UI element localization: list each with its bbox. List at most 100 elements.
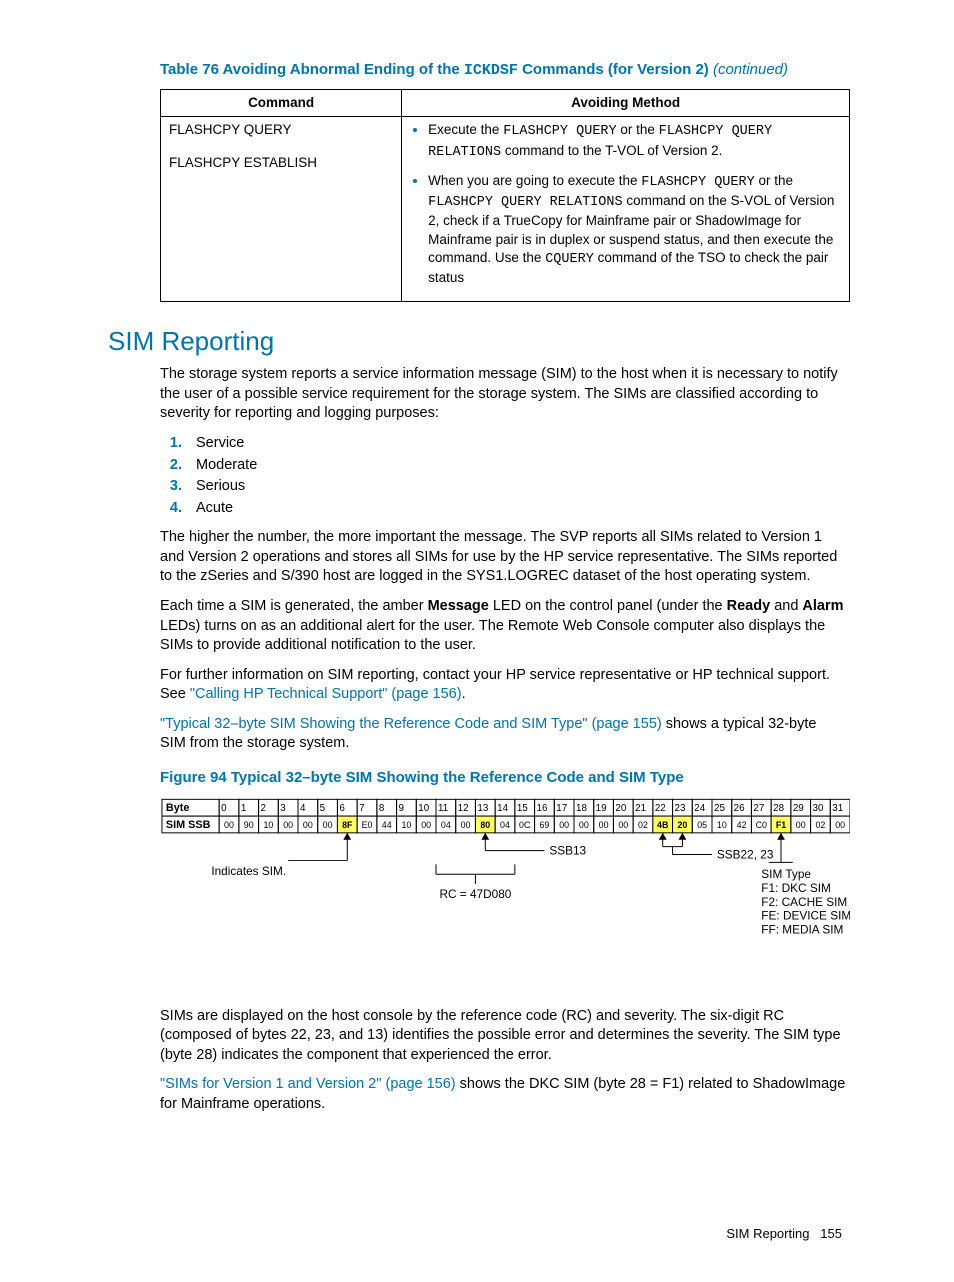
col-command: Command <box>161 90 402 117</box>
bold: Message <box>428 598 489 614</box>
svg-text:29: 29 <box>793 803 804 814</box>
svg-text:8F: 8F <box>342 820 353 830</box>
paragraph-intro: The storage system reports a service inf… <box>160 365 846 424</box>
svg-text:00: 00 <box>796 820 806 830</box>
svg-text:FE: DEVICE SIM: FE: DEVICE SIM <box>761 909 850 923</box>
svg-text:02: 02 <box>638 820 648 830</box>
paragraph-figref: "Typical 32–byte SIM Showing the Referen… <box>160 715 846 754</box>
svg-text:16: 16 <box>537 803 548 814</box>
svg-text:26: 26 <box>734 803 745 814</box>
svg-text:44: 44 <box>382 820 392 830</box>
paragraph-dkc: "SIMs for Version 1 and Version 2" (page… <box>160 1075 846 1114</box>
svg-text:SSB13: SSB13 <box>549 844 586 858</box>
svg-text:17: 17 <box>556 803 567 814</box>
svg-text:00: 00 <box>835 820 845 830</box>
svg-text:05: 05 <box>697 820 707 830</box>
svg-text:80: 80 <box>480 820 490 830</box>
bold: Alarm <box>802 598 843 614</box>
svg-text:3: 3 <box>280 803 286 814</box>
svg-text:00: 00 <box>559 820 569 830</box>
text: Each time a SIM is generated, the amber <box>160 598 428 614</box>
svg-text:30: 30 <box>813 803 824 814</box>
link-tech-support[interactable]: "Calling HP Technical Support" (page 156… <box>190 686 462 702</box>
svg-text:18: 18 <box>576 803 587 814</box>
svg-text:Byte: Byte <box>166 802 189 814</box>
svg-text:9: 9 <box>399 803 405 814</box>
figure-caption: Figure 94 Typical 32–byte SIM Showing th… <box>160 768 846 788</box>
text: command to the T-VOL of Version 2. <box>501 143 722 158</box>
method-bullet-1: Execute the FLASHCPY QUERY or the FLASHC… <box>428 121 841 161</box>
svg-text:15: 15 <box>517 803 528 814</box>
table-row: FLASHCPY QUERY FLASHCPY ESTABLISH Execut… <box>161 117 850 302</box>
text: and <box>770 598 802 614</box>
svg-text:02: 02 <box>815 820 825 830</box>
page-footer: SIM Reporting 155 <box>108 1225 846 1243</box>
code: FLASHCPY QUERY RELATIONS <box>428 195 622 210</box>
svg-text:00: 00 <box>323 820 333 830</box>
code: FLASHCPY QUERY <box>641 175 754 190</box>
svg-text:12: 12 <box>458 803 469 814</box>
svg-text:24: 24 <box>694 803 705 814</box>
list-item: Acute <box>186 499 846 519</box>
svg-text:F1: F1 <box>776 820 786 830</box>
svg-text:5: 5 <box>320 803 326 814</box>
svg-text:4: 4 <box>300 803 306 814</box>
bold: Ready <box>727 598 771 614</box>
svg-text:0: 0 <box>221 803 227 814</box>
svg-text:20: 20 <box>677 820 687 830</box>
svg-text:21: 21 <box>635 803 646 814</box>
svg-text:27: 27 <box>753 803 764 814</box>
svg-text:00: 00 <box>283 820 293 830</box>
table-caption: Table 76 Avoiding Abnormal Ending of the… <box>160 60 846 81</box>
link-sims-table[interactable]: "SIMs for Version 1 and Version 2" (page… <box>160 1076 456 1092</box>
svg-text:04: 04 <box>441 820 451 830</box>
svg-text:2: 2 <box>261 803 266 814</box>
svg-text:00: 00 <box>599 820 609 830</box>
svg-text:00: 00 <box>421 820 431 830</box>
svg-text:4B: 4B <box>657 820 668 830</box>
cmd1: FLASHCPY QUERY <box>169 121 393 139</box>
svg-text:13: 13 <box>477 803 488 814</box>
list-item: Moderate <box>186 456 846 476</box>
method-bullet-2: When you are going to execute the FLASHC… <box>428 172 841 287</box>
svg-text:10: 10 <box>401 820 411 830</box>
svg-text:SIM Type: SIM Type <box>761 867 811 881</box>
section-heading: SIM Reporting <box>108 324 846 359</box>
svg-text:00: 00 <box>579 820 589 830</box>
list-item: Serious <box>186 477 846 497</box>
paragraph-svp: The higher the number, the more importan… <box>160 528 846 587</box>
svg-text:8: 8 <box>379 803 385 814</box>
text: Execute the <box>428 122 503 137</box>
svg-text:F2: CACHE SIM: F2: CACHE SIM <box>761 895 847 909</box>
text: When you are going to execute the <box>428 173 641 188</box>
text: LED on the control panel (under the <box>489 598 727 614</box>
svg-text:90: 90 <box>244 820 254 830</box>
caption-prefix: Table 76 Avoiding Abnormal Ending of the <box>160 61 464 78</box>
caption-code: ICKDSF <box>464 62 518 79</box>
cell-commands: FLASHCPY QUERY FLASHCPY ESTABLISH <box>161 117 402 302</box>
svg-text:31: 31 <box>832 803 843 814</box>
svg-text:C0: C0 <box>756 820 767 830</box>
svg-text:SSB22, 23: SSB22, 23 <box>717 848 774 862</box>
svg-text:7: 7 <box>359 803 364 814</box>
svg-text:6: 6 <box>339 803 345 814</box>
svg-text:28: 28 <box>773 803 784 814</box>
svg-text:22: 22 <box>655 803 666 814</box>
svg-text:Indicates SIM.: Indicates SIM. <box>211 864 286 878</box>
svg-text:0C: 0C <box>519 820 531 830</box>
svg-text:RC = 47D080: RC = 47D080 <box>439 887 511 901</box>
text: or the <box>617 122 659 137</box>
svg-text:10: 10 <box>418 803 429 814</box>
link-figure-94[interactable]: "Typical 32–byte SIM Showing the Referen… <box>160 716 662 732</box>
cmd2: FLASHCPY ESTABLISH <box>169 154 393 172</box>
footer-page: 155 <box>820 1226 842 1241</box>
footer-label: SIM Reporting <box>726 1226 809 1241</box>
svg-text:11: 11 <box>438 803 448 814</box>
svg-text:69: 69 <box>539 820 549 830</box>
svg-text:00: 00 <box>461 820 471 830</box>
svg-text:20: 20 <box>615 803 626 814</box>
svg-text:04: 04 <box>500 820 510 830</box>
svg-text:00: 00 <box>303 820 313 830</box>
svg-text:F1: DKC SIM: F1: DKC SIM <box>761 881 831 895</box>
list-item: Service <box>186 434 846 454</box>
